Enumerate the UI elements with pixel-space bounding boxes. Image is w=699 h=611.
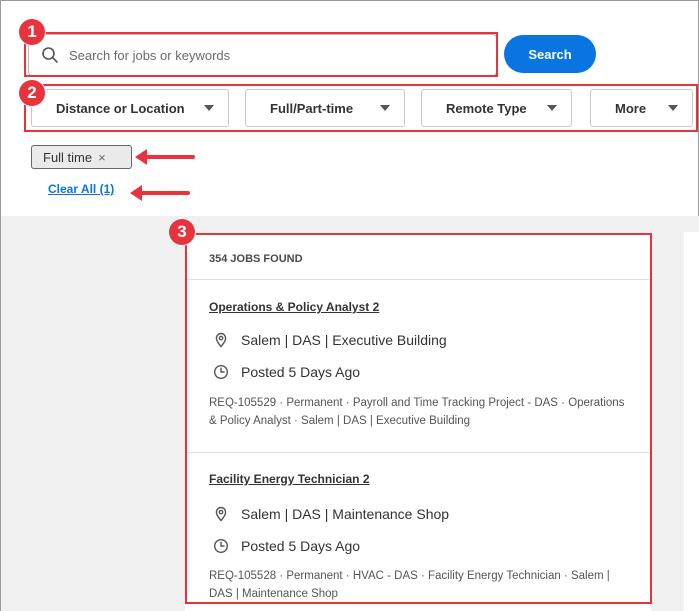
side-panel: [684, 232, 699, 611]
annotation-badge-1: 1: [19, 19, 45, 45]
chip-label: Full time: [43, 149, 93, 165]
annotation-box-filters: [24, 84, 698, 132]
arrow-left-icon: [130, 185, 190, 201]
active-filter-chip[interactable]: Full time ×: [31, 145, 132, 169]
arrow-left-icon: [135, 149, 195, 165]
close-icon[interactable]: ×: [98, 150, 106, 165]
search-button[interactable]: Search: [504, 35, 596, 73]
annotation-badge-3: 3: [169, 219, 195, 245]
clear-all-link[interactable]: Clear All (1): [48, 182, 114, 196]
annotation-badge-2: 2: [19, 80, 45, 106]
annotation-box-search: [24, 32, 498, 77]
annotation-box-results: [185, 233, 652, 604]
